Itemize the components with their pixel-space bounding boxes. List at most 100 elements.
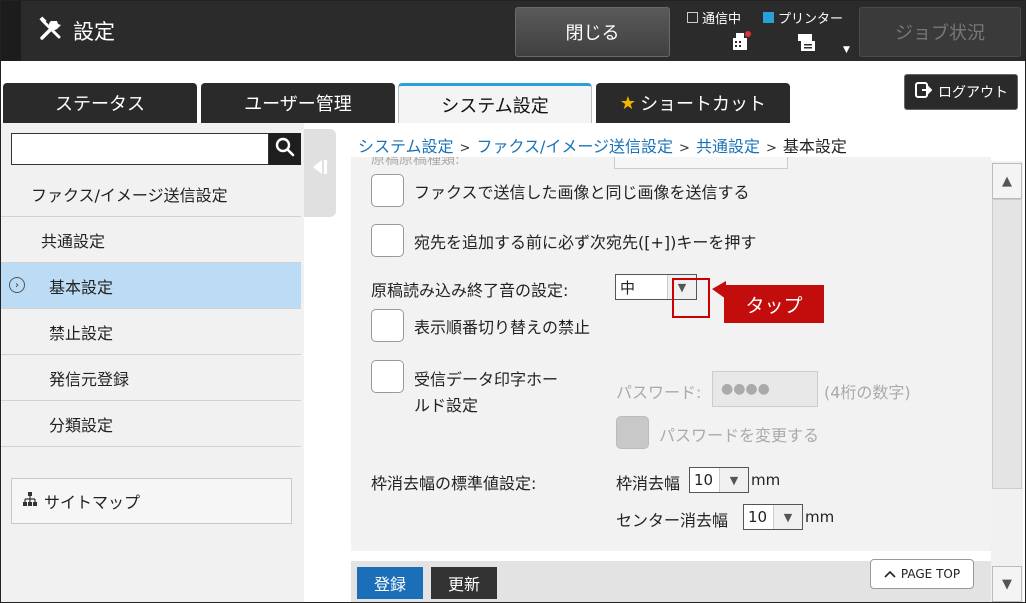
sidebar-item-label: 禁止設定: [49, 323, 114, 343]
tab-status-label: ステータス: [55, 94, 145, 115]
sidebar-collapse-toggle[interactable]: [304, 129, 336, 217]
scroll-thumb[interactable]: [992, 199, 1022, 489]
tools-icon: [37, 15, 65, 48]
printer-device-icon: [795, 29, 819, 57]
breadcrumb: システム設定 > ファクス/イメージ送信設定 > 共通設定 > 基本設定: [358, 133, 847, 157]
send-same-image-label: ファクスで送信した画像と同じ画像を送信する: [414, 183, 750, 202]
password-input: ●●●●: [712, 371, 818, 407]
tap-highlight: [672, 278, 710, 318]
top-bar: 設定 閉じる 通信中 プリンター ▼ ジョブ状況: [1, 1, 1025, 61]
search-button[interactable]: [269, 133, 301, 165]
next-address-key-checkbox[interactable]: [371, 224, 404, 257]
star-icon: ★: [619, 92, 637, 114]
collapse-left-icon: [310, 157, 330, 181]
sidebar-item-label: 分類設定: [49, 415, 114, 435]
change-password-checkbox: [616, 416, 649, 449]
scan-end-sound-label: 原稿読み込み終了音の設定:: [371, 281, 569, 300]
password-hint: (4桁の数字): [824, 383, 911, 402]
disable-display-order-checkbox[interactable]: [371, 309, 404, 342]
sidebar-item-fax-image-send[interactable]: ファクス/イメージ送信設定: [1, 171, 301, 217]
tap-callout: タップ: [724, 285, 824, 323]
comm-indicator-icon: [687, 12, 698, 23]
top-bar-edge: [1, 1, 21, 61]
edge-erase-unit: mm: [751, 471, 781, 489]
center-erase-select[interactable]: 10 ▼: [743, 504, 803, 530]
erase-width-label: 枠消去幅の標準値設定:: [371, 474, 537, 493]
settings-window: 設定 閉じる 通信中 プリンター ▼ ジョブ状況 ステータス ユーザー管理 シス…: [0, 0, 1026, 603]
tab-status[interactable]: ステータス: [3, 83, 197, 123]
sidebar-item-basic-settings[interactable]: › 基本設定: [1, 263, 301, 309]
sidebar-item-prohibit-settings[interactable]: 禁止設定: [1, 309, 301, 355]
sitemap-button[interactable]: サイトマップ: [11, 478, 292, 524]
sitemap-icon: [22, 491, 38, 511]
search-input[interactable]: [11, 133, 269, 165]
breadcrumb-separator: >: [679, 141, 690, 156]
partial-setting-label: 原稿原稿種類:: [371, 157, 460, 168]
tab-shortcut[interactable]: ★ ショートカット: [596, 83, 790, 123]
tab-user-management[interactable]: ユーザー管理: [201, 83, 395, 123]
sidebar-item-label: 共通設定: [41, 231, 106, 251]
settings-form: 原稿原稿種類: ファクスで送信した画像と同じ画像を送信する 宛先を追加する前に必…: [351, 157, 991, 551]
printer-status-label: プリンター: [778, 12, 844, 27]
printer-status: プリンター: [763, 8, 843, 27]
main-panel: システム設定 > ファクス/イメージ送信設定 > 共通設定 > 基本設定 原稿原稿種類: フ…: [336, 123, 1025, 602]
hold-print-label-line2: ルド設定: [414, 396, 479, 415]
page-top-label: PAGE TOP: [900, 567, 961, 581]
dropdown-arrow-icon: ▼: [719, 468, 748, 492]
breadcrumb-separator: >: [459, 141, 471, 156]
password-label: パスワード:: [616, 383, 702, 402]
dropdown-arrow-icon: ▼: [773, 505, 802, 529]
scroll-up-icon[interactable]: ▲: [992, 163, 1022, 199]
tab-user-management-label: ユーザー管理: [244, 94, 352, 115]
printer-indicator-icon: [763, 12, 774, 23]
sidebar-search: [11, 133, 301, 165]
search-icon: [275, 137, 295, 161]
sidebar-item-label: 基本設定: [49, 277, 114, 297]
logout-label: ログアウト: [938, 85, 1008, 101]
sidebar-item-label: ファクス/イメージ送信設定: [31, 185, 228, 205]
tab-bar: ステータス ユーザー管理 システム設定 ★ ショートカット ログアウト: [1, 61, 1025, 123]
comm-status-label: 通信中: [702, 12, 742, 27]
update-button[interactable]: 更新: [431, 567, 497, 599]
breadcrumb-separator: >: [765, 141, 777, 156]
edge-erase-label: 枠消去幅: [616, 474, 681, 493]
edge-erase-select[interactable]: 10 ▼: [689, 467, 749, 493]
tab-system-settings[interactable]: システム設定: [398, 83, 592, 123]
app-title-text: 設定: [73, 20, 115, 44]
close-button[interactable]: 閉じる: [515, 7, 670, 57]
hold-print-label-line1: 受信データ印字ホー: [414, 370, 559, 389]
page-top-button[interactable]: PAGE TOP: [870, 559, 974, 589]
register-button[interactable]: 登録: [357, 567, 423, 599]
hold-print-checkbox[interactable]: [371, 360, 404, 393]
breadcrumb-link-system-settings[interactable]: システム設定: [358, 137, 454, 156]
sidebar-item-category-settings[interactable]: 分類設定: [1, 401, 301, 447]
logout-button[interactable]: ログアウト: [904, 74, 1018, 110]
job-status-button: ジョブ状況: [859, 7, 1021, 57]
scan-end-sound-value: 中: [620, 278, 636, 297]
partial-setting-select[interactable]: [614, 157, 788, 169]
sidebar-item-label: 発信元登録: [49, 369, 130, 389]
vertical-scrollbar[interactable]: ▲ ▼: [991, 161, 1023, 602]
fax-device-icon: [729, 29, 753, 57]
sidebar-item-sender-registration[interactable]: 発信元登録: [1, 355, 301, 401]
center-erase-value: 10: [748, 508, 768, 526]
tab-shortcut-label: ショートカット: [640, 94, 767, 115]
send-same-image-checkbox[interactable]: [371, 174, 404, 207]
app-title: 設定: [37, 15, 115, 47]
breadcrumb-link-fax-image-send[interactable]: ファクス/イメージ送信設定: [476, 137, 673, 156]
dropdown-triangle-icon[interactable]: ▼: [843, 45, 850, 55]
disable-display-order-label: 表示順番切り替えの禁止: [414, 318, 591, 337]
sidebar-item-common-settings[interactable]: 共通設定: [1, 217, 301, 263]
device-status: 通信中 プリンター ▼: [685, 5, 855, 59]
next-address-key-label: 宛先を追加する前に必ず次宛先([+])キーを押す: [414, 233, 757, 252]
comm-status: 通信中: [687, 8, 741, 27]
logout-icon: [914, 81, 933, 103]
breadcrumb-link-common-settings[interactable]: 共通設定: [696, 137, 760, 156]
center-erase-label: センター消去幅: [616, 511, 729, 530]
edge-erase-value: 10: [694, 471, 714, 489]
scroll-down-icon[interactable]: ▼: [992, 566, 1022, 602]
tab-system-settings-label: システム設定: [441, 95, 549, 117]
sidebar: ファクス/イメージ送信設定 共通設定 › 基本設定 禁止設定 発信元登録 分類設…: [1, 123, 304, 602]
chevron-up-icon: [884, 567, 896, 581]
change-password-label: パスワードを変更する: [659, 426, 820, 445]
